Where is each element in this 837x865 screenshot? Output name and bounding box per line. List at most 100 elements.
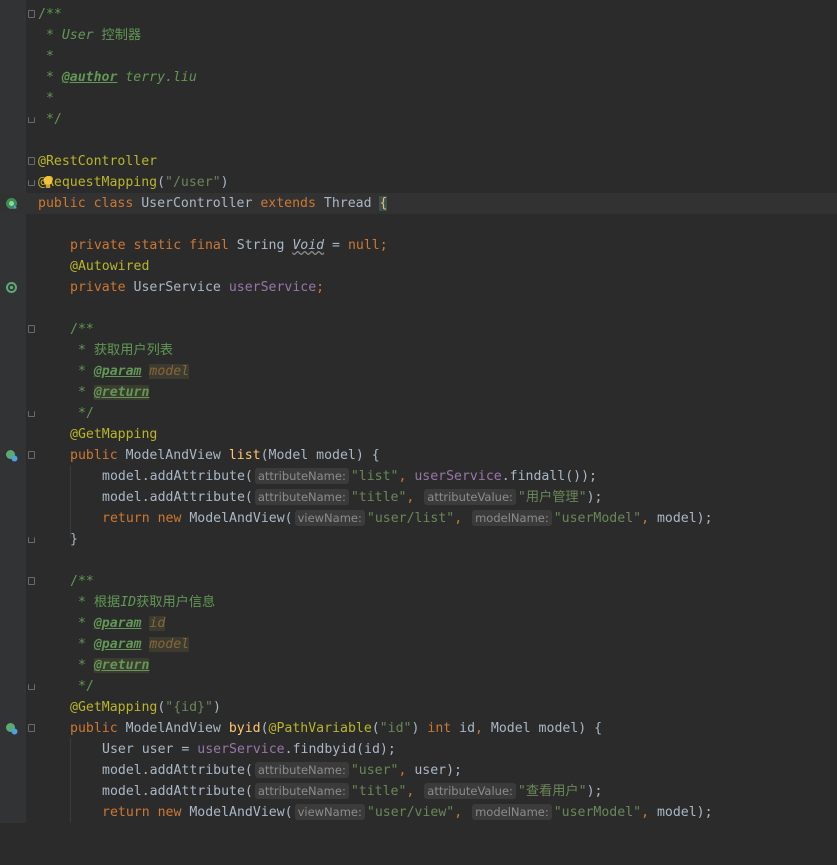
fold-icon[interactable]: [28, 157, 35, 165]
doc-comment: *: [38, 91, 54, 106]
string-literal: "title": [350, 784, 407, 799]
class-name: UserController: [141, 196, 253, 211]
request-mapping-icon[interactable]: [5, 722, 18, 735]
code-line: * @return: [70, 385, 150, 400]
parameter-hint: attributeName:: [254, 783, 349, 799]
fold-icon[interactable]: [28, 537, 35, 543]
parameter-hint: attributeName:: [254, 762, 349, 778]
code-line: User user = userService.findbyid(id);: [0, 739, 837, 760]
fold-icon[interactable]: [28, 117, 35, 123]
method-call: model.addAttribute(: [102, 784, 253, 799]
autowired-bean-icon[interactable]: [5, 281, 18, 294]
code-line: * 根据ID获取用户信息: [0, 592, 837, 613]
method-call: .findbyid(id);: [284, 742, 396, 757]
code-line: * @param id: [70, 616, 166, 631]
keyword: extends: [260, 196, 316, 211]
string-literal: "user": [350, 763, 399, 778]
string-literal: "user/view": [366, 805, 455, 820]
code-line: @Autowired: [0, 256, 837, 277]
request-mapping-icon[interactable]: [5, 449, 18, 462]
annotation: @GetMapping: [70, 700, 158, 715]
code-line: * 获取用户列表: [0, 340, 837, 361]
field-name: userService: [197, 742, 285, 757]
code-line: /**: [0, 4, 837, 25]
annotation: @Autowired: [70, 259, 150, 274]
doc-comment: ID: [120, 595, 137, 610]
code-line: * @param model: [70, 364, 190, 379]
annotation: @RestController: [38, 154, 158, 169]
method-params: (Model model) {: [260, 448, 380, 463]
doc-comment: */: [70, 679, 94, 694]
doc-comment: */: [38, 112, 62, 127]
parameter-hint: attributeValue:: [424, 489, 516, 505]
constructor-call: ModelAndView(: [189, 805, 293, 820]
code-line: }: [0, 529, 837, 550]
doc-comment: * 根据: [70, 595, 121, 610]
string-literal: "/user": [165, 175, 221, 190]
class-name: Thread: [323, 196, 372, 211]
doc-comment: 控制器: [101, 28, 142, 43]
string-literal: "userModel": [553, 511, 642, 526]
code-line: *: [0, 46, 837, 67]
doc-comment: *: [38, 49, 54, 64]
keyword: public class: [38, 196, 134, 211]
fold-icon[interactable]: [28, 724, 35, 732]
annotation: @GetMapping: [70, 427, 158, 442]
type-name: ModelAndView: [125, 448, 221, 463]
code-line: @GetMapping: [0, 424, 837, 445]
string-literal: "id": [379, 721, 412, 736]
doc-comment: */: [70, 406, 94, 421]
doc-param-ref: id: [149, 616, 166, 631]
parameter-hint: attributeName:: [254, 468, 349, 484]
code-line: * User 控制器: [0, 25, 837, 46]
code-line: return new ModelAndView(viewName: "user/v…: [102, 804, 713, 820]
code-line: model.addAttribute(attributeName: "title"…: [102, 783, 603, 799]
fold-icon[interactable]: [28, 180, 35, 186]
type-name: ModelAndView: [125, 721, 221, 736]
code-line: @GetMapping("{id}"): [70, 700, 221, 715]
parameter-hint: viewName:: [294, 804, 365, 820]
doc-tag: @return: [93, 658, 150, 673]
fold-icon[interactable]: [28, 411, 35, 417]
keyword: null: [347, 238, 380, 253]
code-line: public ModelAndView byid(@PathVariable("…: [0, 718, 837, 739]
fold-icon[interactable]: [28, 325, 35, 333]
fold-icon[interactable]: [28, 451, 35, 459]
keyword: return new: [102, 805, 182, 820]
doc-tag: @return: [93, 385, 150, 400]
field-name: userService: [414, 469, 502, 484]
variable-declaration: User user =: [102, 742, 198, 757]
code-line: private static final String Void = null;: [70, 238, 388, 253]
code-line: * @param model: [70, 637, 190, 652]
parameter-hint: modelName:: [472, 510, 552, 526]
annotation: @RequestMapping: [38, 175, 158, 190]
bean-class-icon[interactable]: [5, 197, 18, 210]
keyword: public: [70, 448, 118, 463]
code-line: */: [0, 109, 837, 130]
parameter-hint: attributeName:: [254, 489, 349, 505]
string-literal: "title": [350, 490, 407, 505]
keyword: public: [70, 721, 118, 736]
method-call: model.addAttribute(: [102, 490, 253, 505]
method-name: byid: [228, 721, 261, 736]
doc-param-ref: model: [149, 637, 190, 652]
type-name: UserService: [133, 280, 221, 295]
method-call: model);: [656, 805, 713, 820]
parameter-hint: viewName:: [294, 510, 365, 526]
doc-comment: *: [38, 28, 62, 43]
doc-comment: * 获取用户列表: [70, 343, 173, 358]
code-line: */: [0, 403, 837, 424]
code-line: model.addAttribute(attributeName: "user",…: [102, 762, 462, 778]
doc-param-ref: model: [149, 364, 190, 379]
parameter-hint: modelName:: [472, 804, 552, 820]
code-line: model.addAttribute(attributeName: "title"…: [102, 489, 603, 505]
fold-icon[interactable]: [28, 684, 35, 690]
fold-icon[interactable]: [28, 577, 35, 585]
doc-tag: @author: [61, 70, 118, 85]
doc-comment: 获取用户信息: [136, 595, 216, 610]
method-call: model.addAttribute(: [102, 469, 253, 484]
fold-icon[interactable]: [28, 10, 35, 18]
doc-comment: /**: [70, 322, 94, 337]
code-editor[interactable]: /** * User 控制器 * * @author terry.liu * *…: [0, 0, 837, 823]
intention-bulb-icon[interactable]: [42, 175, 54, 190]
